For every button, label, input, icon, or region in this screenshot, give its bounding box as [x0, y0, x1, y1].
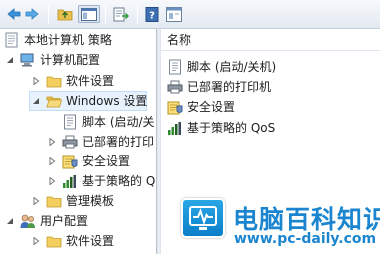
tree-item-software-settings[interactable]: 软件设置	[32, 71, 114, 91]
expand-arrow-icon[interactable]	[48, 138, 56, 146]
export-list-button[interactable]	[112, 5, 130, 23]
expand-arrow-icon[interactable]	[32, 197, 40, 205]
list-item-security-settings[interactable]: 安全设置	[167, 97, 235, 117]
folder-icon	[46, 193, 62, 209]
script-icon	[62, 114, 78, 130]
bar-chart-icon	[167, 120, 183, 136]
computer-policy-icon	[4, 32, 20, 48]
security-icon	[167, 99, 183, 115]
console-tree-icon	[81, 7, 97, 21]
tree-item-label: 管理模板	[66, 194, 115, 208]
list-item-qos[interactable]: 基于策略的 QoS	[167, 118, 275, 138]
bar-chart-icon	[62, 173, 78, 189]
forward-arrow-icon	[25, 8, 39, 20]
toolbar: ?	[0, 0, 380, 29]
security-icon	[62, 153, 78, 169]
collapse-arrow-icon[interactable]	[32, 97, 40, 105]
script-icon	[167, 59, 183, 75]
tree-item-computer-config[interactable]: 计算机配置	[6, 50, 100, 70]
up-one-level-button[interactable]	[56, 5, 74, 23]
tree-item-qos[interactable]: 基于策略的 Q	[48, 171, 155, 191]
column-header-name[interactable]: 名称	[161, 29, 380, 51]
back-button[interactable]	[6, 5, 22, 23]
back-arrow-icon	[7, 8, 21, 20]
watermark-url: www.pc-daily.com	[234, 231, 377, 247]
tree-item-label: 计算机配置	[40, 53, 101, 67]
computer-icon	[20, 52, 36, 68]
help-button[interactable]: ?	[144, 5, 160, 23]
tree-item-label: 脚本 (启动/关	[82, 115, 155, 129]
tree-item-deployed-printers[interactable]: 已部署的打印	[48, 132, 154, 152]
properties-button[interactable]	[165, 5, 183, 23]
list-item-label: 安全设置	[187, 100, 236, 114]
forward-button[interactable]	[24, 5, 40, 23]
console-tree: 本地计算机 策略 计算机配置 软件设置 Windows 设置 脚本 (启动/关 …	[0, 29, 156, 254]
watermark: 电脑百科知识 www.pc-daily.com	[171, 192, 380, 254]
expand-arrow-icon[interactable]	[48, 177, 56, 185]
help-icon: ?	[145, 6, 159, 22]
printer-icon	[62, 134, 78, 150]
tree-item-label: Windows 设置	[66, 94, 148, 108]
tree-item-user-software-settings[interactable]: 软件设置	[32, 231, 114, 251]
list-item-label: 基于策略的 QoS	[187, 121, 276, 135]
watermark-logo-icon	[181, 198, 225, 238]
svg-text:?: ?	[149, 10, 155, 21]
list-item-label: 脚本 (启动/关机)	[187, 60, 277, 74]
tree-item-label: 已部署的打印	[82, 135, 155, 149]
expand-arrow-icon[interactable]	[32, 77, 40, 85]
column-header-label: 名称	[167, 32, 192, 47]
tree-item-windows-settings[interactable]: Windows 设置	[29, 91, 147, 111]
list-item-deployed-printers[interactable]: 已部署的打印机	[167, 77, 271, 97]
collapse-arrow-icon[interactable]	[6, 217, 14, 225]
tree-item-label: 本地计算机 策略	[24, 33, 112, 47]
tree-item-label: 用户配置	[40, 214, 89, 228]
collapse-arrow-icon[interactable]	[6, 56, 14, 64]
tree-item-security-settings[interactable]: 安全设置	[48, 151, 130, 171]
folder-up-icon	[57, 7, 73, 21]
tree-item-admin-templates[interactable]: 管理模板	[32, 191, 114, 211]
tree-item-user-config[interactable]: 用户配置	[6, 211, 88, 231]
tree-item-label: 安全设置	[82, 154, 131, 168]
list-item-label: 已部署的打印机	[187, 80, 272, 94]
list-item-scripts[interactable]: 脚本 (启动/关机)	[167, 57, 276, 77]
properties-icon	[166, 6, 182, 22]
folder-open-icon	[46, 93, 62, 109]
tree-item-label: 基于策略的 Q	[82, 174, 156, 188]
users-icon	[20, 213, 36, 229]
expand-arrow-icon[interactable]	[48, 157, 56, 165]
tree-item-label: 软件设置	[66, 234, 115, 248]
tree-item-local-policy[interactable]: 本地计算机 策略	[4, 30, 112, 50]
expand-arrow-icon[interactable]	[32, 237, 40, 245]
folder-icon	[46, 233, 62, 249]
tree-item-scripts[interactable]: 脚本 (启动/关	[62, 112, 155, 132]
printer-icon	[167, 79, 183, 95]
show-hide-tree-button[interactable]	[78, 5, 100, 23]
folder-icon	[46, 73, 62, 89]
tree-item-label: 软件设置	[66, 74, 115, 88]
export-list-icon	[113, 7, 129, 22]
